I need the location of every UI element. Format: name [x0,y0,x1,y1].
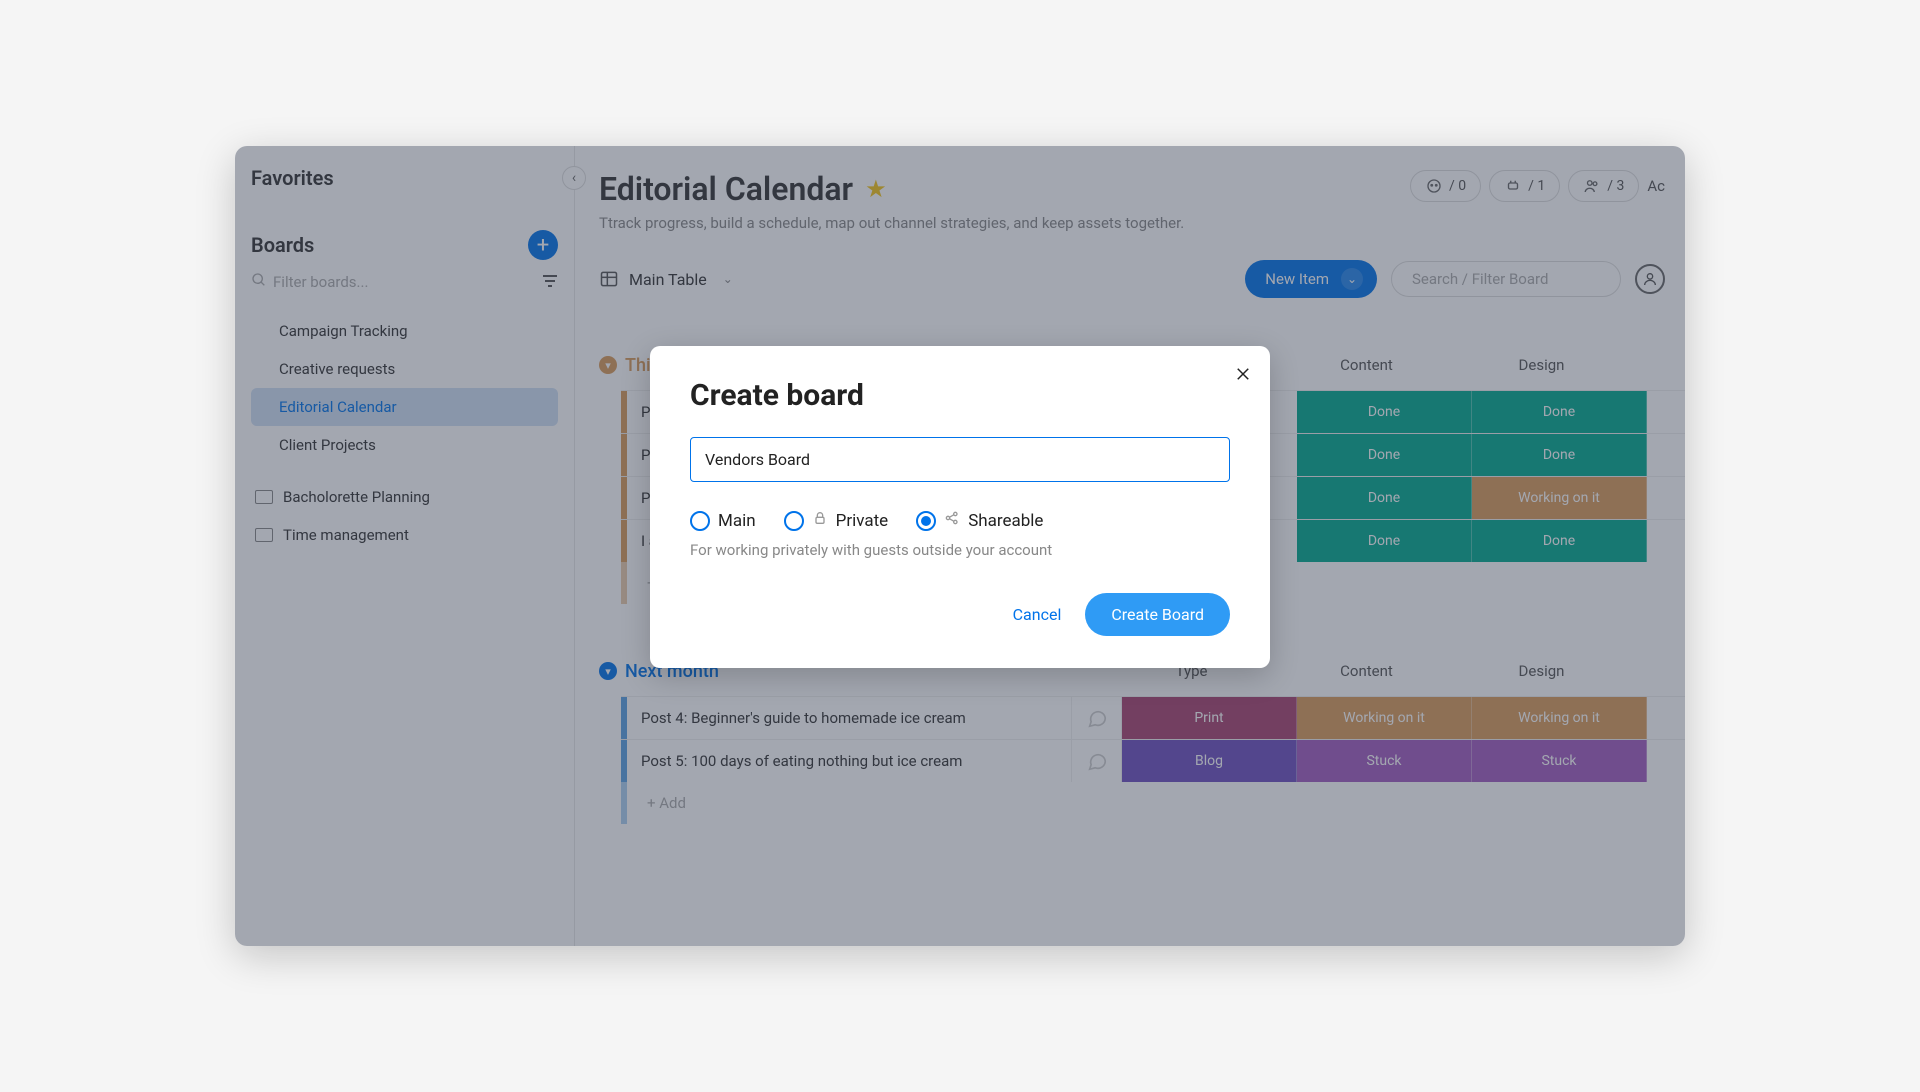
radio-icon [784,511,804,531]
lock-icon [812,510,828,531]
cancel-button[interactable]: Cancel [1013,605,1062,624]
share-icon [944,510,960,531]
close-icon [1234,365,1252,383]
create-board-button[interactable]: Create Board [1085,593,1230,636]
radio-hint: For working privately with guests outsid… [690,541,1230,559]
create-board-modal: Create board Main Private [650,346,1270,668]
modal-title: Create board [690,378,1230,413]
board-name-input[interactable] [690,437,1230,482]
close-button[interactable] [1234,364,1252,389]
radio-main[interactable]: Main [690,511,756,531]
app-window: ‹ Favorites Boards + Campaign Tracking C… [235,146,1685,946]
radio-private[interactable]: Private [784,510,889,531]
radio-shareable[interactable]: Shareable [916,510,1043,531]
radio-icon [916,511,936,531]
modal-overlay[interactable]: Create board Main Private [235,146,1685,946]
radio-icon [690,511,710,531]
